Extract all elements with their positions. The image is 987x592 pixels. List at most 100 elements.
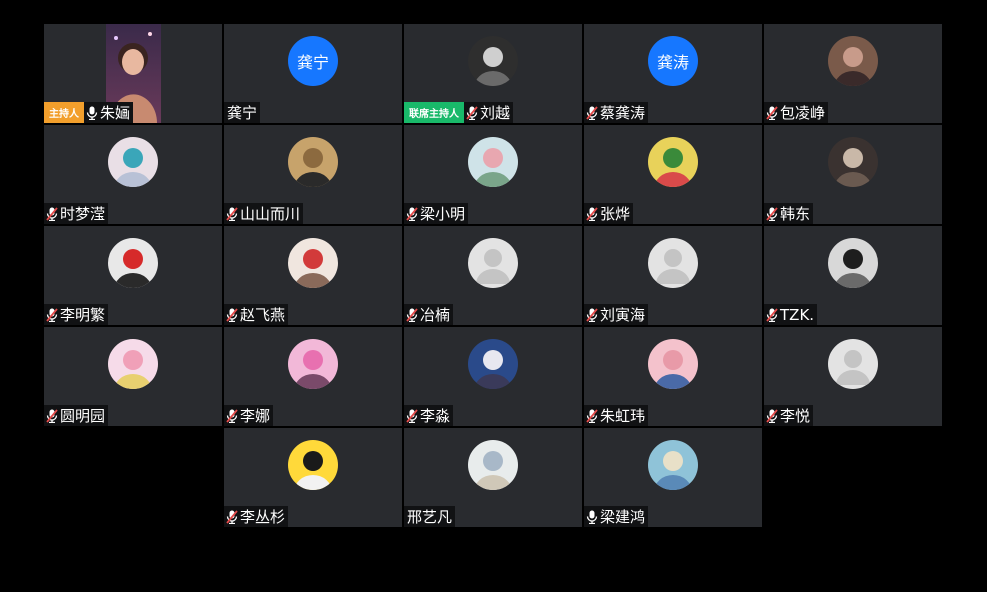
mic-muted-icon xyxy=(226,307,238,322)
participant-tile[interactable]: 邢艺凡 xyxy=(404,428,582,527)
participant-label: 邢艺凡 xyxy=(404,506,456,527)
default-avatar-icon xyxy=(468,238,518,288)
mic-muted-icon xyxy=(586,307,598,322)
participant-label: 李淼 xyxy=(404,405,454,426)
participant-name: 朱虹玮 xyxy=(600,407,646,425)
mic-muted-icon xyxy=(46,408,58,423)
mic-muted-icon xyxy=(46,307,58,322)
participant-tile[interactable]: 李明繁 xyxy=(44,226,222,325)
avatar xyxy=(828,137,878,187)
participant-tile[interactable]: TZK. xyxy=(764,226,942,325)
participant-tile[interactable]: 梁小明 xyxy=(404,125,582,224)
name-box: 蔡龚涛 xyxy=(584,102,649,123)
mic-muted-icon xyxy=(226,206,238,221)
mic-muted-icon xyxy=(226,509,238,524)
avatar xyxy=(108,137,158,187)
participant-name: 梁建鸿 xyxy=(600,508,646,526)
participant-tile[interactable]: 李娜 xyxy=(224,327,402,426)
participant-label: 李娜 xyxy=(224,405,274,426)
participant-label: 李明繁 xyxy=(44,304,109,325)
participant-name: 韩东 xyxy=(780,205,811,223)
participant-name: 赵飞燕 xyxy=(240,306,286,324)
mic-muted-icon xyxy=(766,408,778,423)
participant-tile[interactable]: 赵飞燕 xyxy=(224,226,402,325)
default-avatar-icon xyxy=(648,238,698,288)
avatar xyxy=(288,238,338,288)
participant-name: 李淼 xyxy=(420,407,451,425)
participant-tile[interactable]: 时梦滢 xyxy=(44,125,222,224)
participant-tile[interactable]: 龚涛 蔡龚涛 xyxy=(584,24,762,123)
avatar-initials: 龚涛 xyxy=(648,36,698,86)
name-box: 包凌峥 xyxy=(764,102,829,123)
participant-label: TZK. xyxy=(764,304,818,325)
participant-tile[interactable]: 包凌峥 xyxy=(764,24,942,123)
mic-muted-icon xyxy=(586,408,598,423)
name-box: 朱虹玮 xyxy=(584,405,649,426)
avatar xyxy=(648,137,698,187)
name-box: TZK. xyxy=(764,304,818,325)
avatar-initials: 龚宁 xyxy=(288,36,338,86)
participant-name: 圆明园 xyxy=(60,407,106,425)
mic-muted-icon xyxy=(766,307,778,322)
participant-tile[interactable]: 圆明园 xyxy=(44,327,222,426)
participant-label: 包凌峥 xyxy=(764,102,829,123)
participant-tile[interactable]: 山山而川 xyxy=(224,125,402,224)
participant-tile[interactable]: 冶楠 xyxy=(404,226,582,325)
participant-label: 梁小明 xyxy=(404,203,469,224)
participant-name: 朱婳 xyxy=(100,104,131,122)
avatar xyxy=(468,36,518,86)
participant-tile[interactable]: 梁建鸿 xyxy=(584,428,762,527)
participant-label: 主持人 朱婳 xyxy=(44,102,134,123)
participant-tile[interactable]: 李丛杉 xyxy=(224,428,402,527)
name-box: 时梦滢 xyxy=(44,203,109,224)
participant-label: 冶楠 xyxy=(404,304,454,325)
participant-tile[interactable]: 龚宁 龚宁 xyxy=(224,24,402,123)
participant-label: 时梦滢 xyxy=(44,203,109,224)
avatar xyxy=(288,137,338,187)
participant-tile[interactable]: 联席主持人 刘越 xyxy=(404,24,582,123)
participant-tile[interactable]: 李悦 xyxy=(764,327,942,426)
participant-name: 山山而川 xyxy=(240,205,301,223)
mic-muted-icon xyxy=(466,105,478,120)
participant-label: 圆明园 xyxy=(44,405,109,426)
participant-name: 李娜 xyxy=(240,407,271,425)
avatar xyxy=(108,339,158,389)
participant-name: 包凌峥 xyxy=(780,104,826,122)
avatar xyxy=(828,238,878,288)
name-box: 张烨 xyxy=(584,203,634,224)
participant-name: 冶楠 xyxy=(420,306,451,324)
default-avatar-icon xyxy=(828,339,878,389)
name-box: 李娜 xyxy=(224,405,274,426)
avatar xyxy=(648,440,698,490)
participant-name: 梁小明 xyxy=(420,205,466,223)
name-box: 李淼 xyxy=(404,405,454,426)
participant-tile[interactable]: 主持人 朱婳 xyxy=(44,24,222,123)
name-box: 山山而川 xyxy=(224,203,304,224)
host-badge: 主持人 xyxy=(44,102,84,123)
participant-tile[interactable]: 张烨 xyxy=(584,125,762,224)
participant-label: 龚宁 xyxy=(224,102,261,123)
participant-name: 时梦滢 xyxy=(60,205,106,223)
name-box: 李明繁 xyxy=(44,304,109,325)
name-box: 梁建鸿 xyxy=(584,506,649,527)
avatar xyxy=(468,339,518,389)
participant-label: 李悦 xyxy=(764,405,814,426)
avatar xyxy=(288,440,338,490)
participant-tile[interactable]: 李淼 xyxy=(404,327,582,426)
avatar xyxy=(108,238,158,288)
cohost-badge: 联席主持人 xyxy=(404,102,464,123)
mic-muted-icon xyxy=(226,408,238,423)
name-box: 韩东 xyxy=(764,203,814,224)
participant-name: 蔡龚涛 xyxy=(600,104,646,122)
participant-label: 赵飞燕 xyxy=(224,304,289,325)
participant-tile[interactable]: 韩东 xyxy=(764,125,942,224)
name-box: 刘越 xyxy=(464,102,514,123)
avatar xyxy=(468,137,518,187)
participant-tile[interactable]: 刘寅海 xyxy=(584,226,762,325)
participant-label: 蔡龚涛 xyxy=(584,102,649,123)
name-box: 刘寅海 xyxy=(584,304,649,325)
name-box: 赵飞燕 xyxy=(224,304,289,325)
mic-icon xyxy=(586,510,598,524)
participant-tile[interactable]: 朱虹玮 xyxy=(584,327,762,426)
avatar xyxy=(468,440,518,490)
